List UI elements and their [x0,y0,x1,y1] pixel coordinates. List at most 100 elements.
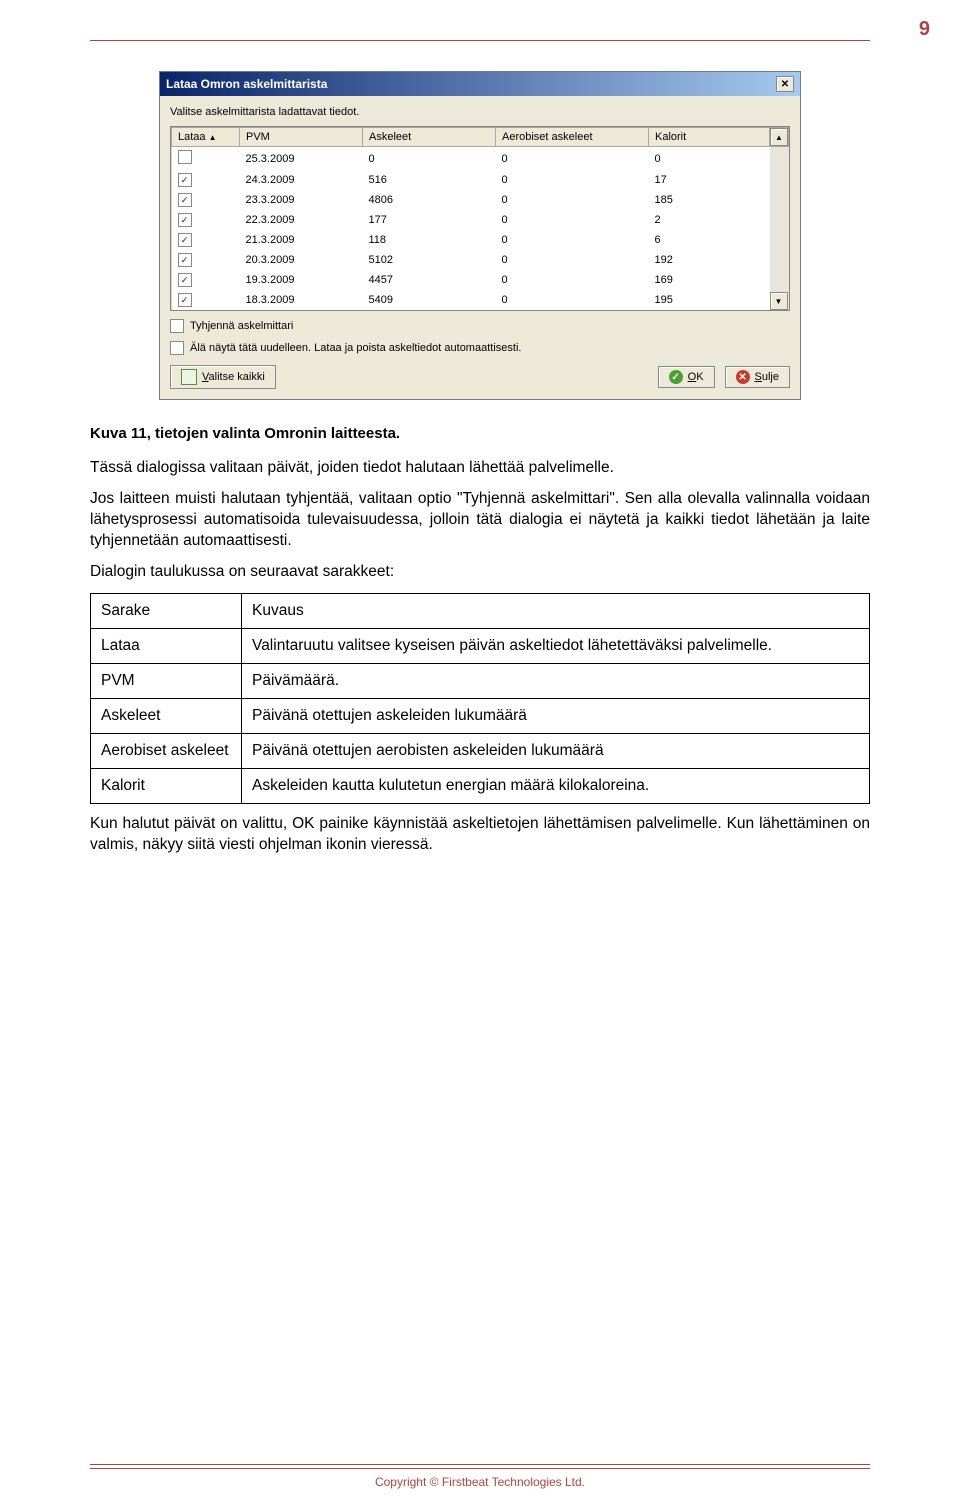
cell-aero: 0 [496,250,649,270]
table-row[interactable]: ✓ 20.3.200951020192 [172,250,789,270]
checkbox-icon[interactable]: ✓ [178,293,192,307]
desc-value: Päivänä otettujen askeleiden lukumäärä [242,698,870,733]
cell-pvm: 25.3.2009 [240,147,363,171]
col-pvm[interactable]: PVM [240,128,363,147]
bottom-rule-1 [90,1464,870,1465]
col-kalorit[interactable]: Kalorit [649,128,770,147]
description-table: Sarake Kuvaus LataaValintaruutu valitsee… [90,593,870,804]
table-row[interactable]: ✓19.3.200944570169 [172,270,789,290]
checkbox-icon[interactable]: ✓ [178,213,192,227]
paragraph-4: Kun halutut päivät on valittu, OK painik… [90,814,870,856]
cell-kal: 6 [649,230,770,250]
cell-kal: 2 [649,210,770,230]
ok-button[interactable]: ✓ OK [658,366,715,388]
paragraph-2: Jos laitteen muisti halutaan tyhjentää, … [90,489,870,552]
ok-icon: ✓ [669,370,683,384]
cell-aero: 0 [496,147,649,171]
select-all-button[interactable]: Valitse kaikki [170,365,276,389]
cell-pvm: 19.3.2009 [240,270,363,290]
desc-key: Aerobiset askeleet [91,733,242,768]
table-row[interactable]: ✓ 22.3.200917702 [172,210,789,230]
cell-aero: 0 [496,190,649,210]
desc-row: Aerobiset askeleetPäivänä otettujen aero… [91,733,870,768]
cell-pvm: 21.3.2009 [240,230,363,250]
scroll-down-button[interactable]: ▼ [770,292,788,310]
col-askeleet[interactable]: Askeleet [363,128,496,147]
data-table: Lataa ▲ PVM Askeleet Aerobiset askeleet … [171,127,789,310]
cell-kal: 192 [649,250,770,270]
dialog-instruction: Valitse askelmittarista ladattavat tiedo… [170,106,790,118]
bottom-rule-2 [90,1468,870,1469]
desc-key: Kalorit [91,768,242,803]
option-noshow-label: Älä näytä tätä uudelleen. Lataa ja poist… [190,342,521,354]
page-number: 9 [919,18,930,41]
top-rule [90,40,870,41]
checkbox-icon[interactable]: ✓ [178,233,192,247]
desc-value: Valintaruutu valitsee kyseisen päivän as… [242,628,870,663]
table-row[interactable]: ✓ 18.3.200954090195 [172,290,789,310]
desc-header-val: Kuvaus [242,593,870,628]
cell-aero: 0 [496,270,649,290]
cell-kal: 17 [649,170,770,190]
col-lataa[interactable]: Lataa ▲ [172,128,240,147]
desc-key: Lataa [91,628,242,663]
checkbox-icon[interactable]: ✓ [178,253,192,267]
cell-pvm: 23.3.2009 [240,190,363,210]
checkbox-icon[interactable]: ✓ [178,173,192,187]
cell-kal: 0 [649,147,770,171]
cell-ask: 5102 [363,250,496,270]
cell-pvm: 20.3.2009 [240,250,363,270]
cell-pvm: 18.3.2009 [240,290,363,310]
cell-aero: 0 [496,210,649,230]
dialog-title-bar: Lataa Omron askelmittarista ✕ [160,72,800,96]
select-all-icon [181,369,197,385]
table-row[interactable]: 25.3.2009000▼ [172,147,789,171]
cell-aero: 0 [496,170,649,190]
option-noshow[interactable]: Älä näytä tätä uudelleen. Lataa ja poist… [170,341,790,355]
cell-aero: 0 [496,290,649,310]
cell-ask: 118 [363,230,496,250]
checkbox-icon[interactable] [170,319,184,333]
desc-row: LataaValintaruutu valitsee kyseisen päiv… [91,628,870,663]
checkbox-icon[interactable]: ✓ [178,273,192,287]
checkbox-icon[interactable] [170,341,184,355]
cell-pvm: 24.3.2009 [240,170,363,190]
option-clear[interactable]: Tyhjennä askelmittari [170,319,790,333]
dialog-title: Lataa Omron askelmittarista [166,77,327,91]
close-button[interactable]: ✕ Sulje [725,366,790,388]
close-icon[interactable]: ✕ [776,76,794,92]
desc-key: Askeleet [91,698,242,733]
table-row[interactable]: ✓ 23.3.200948060185 [172,190,789,210]
cell-ask: 4806 [363,190,496,210]
dialog-window: Lataa Omron askelmittarista ✕ Valitse as… [159,71,801,400]
table-row[interactable]: ✓ 24.3.2009516017 [172,170,789,190]
scroll-up-button[interactable]: ▲ [770,128,789,147]
desc-key: PVM [91,663,242,698]
cell-aero: 0 [496,230,649,250]
checkbox-icon[interactable] [178,150,192,164]
data-list-panel: Lataa ▲ PVM Askeleet Aerobiset askeleet … [170,126,790,311]
col-aerobiset[interactable]: Aerobiset askeleet [496,128,649,147]
checkbox-icon[interactable]: ✓ [178,193,192,207]
dialog-screenshot: Lataa Omron askelmittarista ✕ Valitse as… [90,71,870,400]
cell-pvm: 22.3.2009 [240,210,363,230]
cell-kal: 185 [649,190,770,210]
desc-value: Päivämäärä. [242,663,870,698]
paragraph-1: Tässä dialogissa valitaan päivät, joiden… [90,458,870,479]
table-row[interactable]: ✓ 21.3.200911806 [172,230,789,250]
cell-ask: 516 [363,170,496,190]
desc-header-key: Sarake [91,593,242,628]
copyright: Copyright © Firstbeat Technologies Ltd. [90,1475,870,1489]
cell-ask: 5409 [363,290,496,310]
desc-row: KaloritAskeleiden kautta kulutetun energ… [91,768,870,803]
desc-value: Askeleiden kautta kulutetun energian mää… [242,768,870,803]
option-clear-label: Tyhjennä askelmittari [190,320,293,332]
cell-ask: 177 [363,210,496,230]
scroll-track[interactable]: ▼ [770,147,789,311]
cell-kal: 195 [649,290,770,310]
desc-row: AskeleetPäivänä otettujen askeleiden luk… [91,698,870,733]
close-round-icon: ✕ [736,370,750,384]
desc-row: PVMPäivämäärä. [91,663,870,698]
cell-ask: 4457 [363,270,496,290]
desc-value: Päivänä otettujen aerobisten askeleiden … [242,733,870,768]
